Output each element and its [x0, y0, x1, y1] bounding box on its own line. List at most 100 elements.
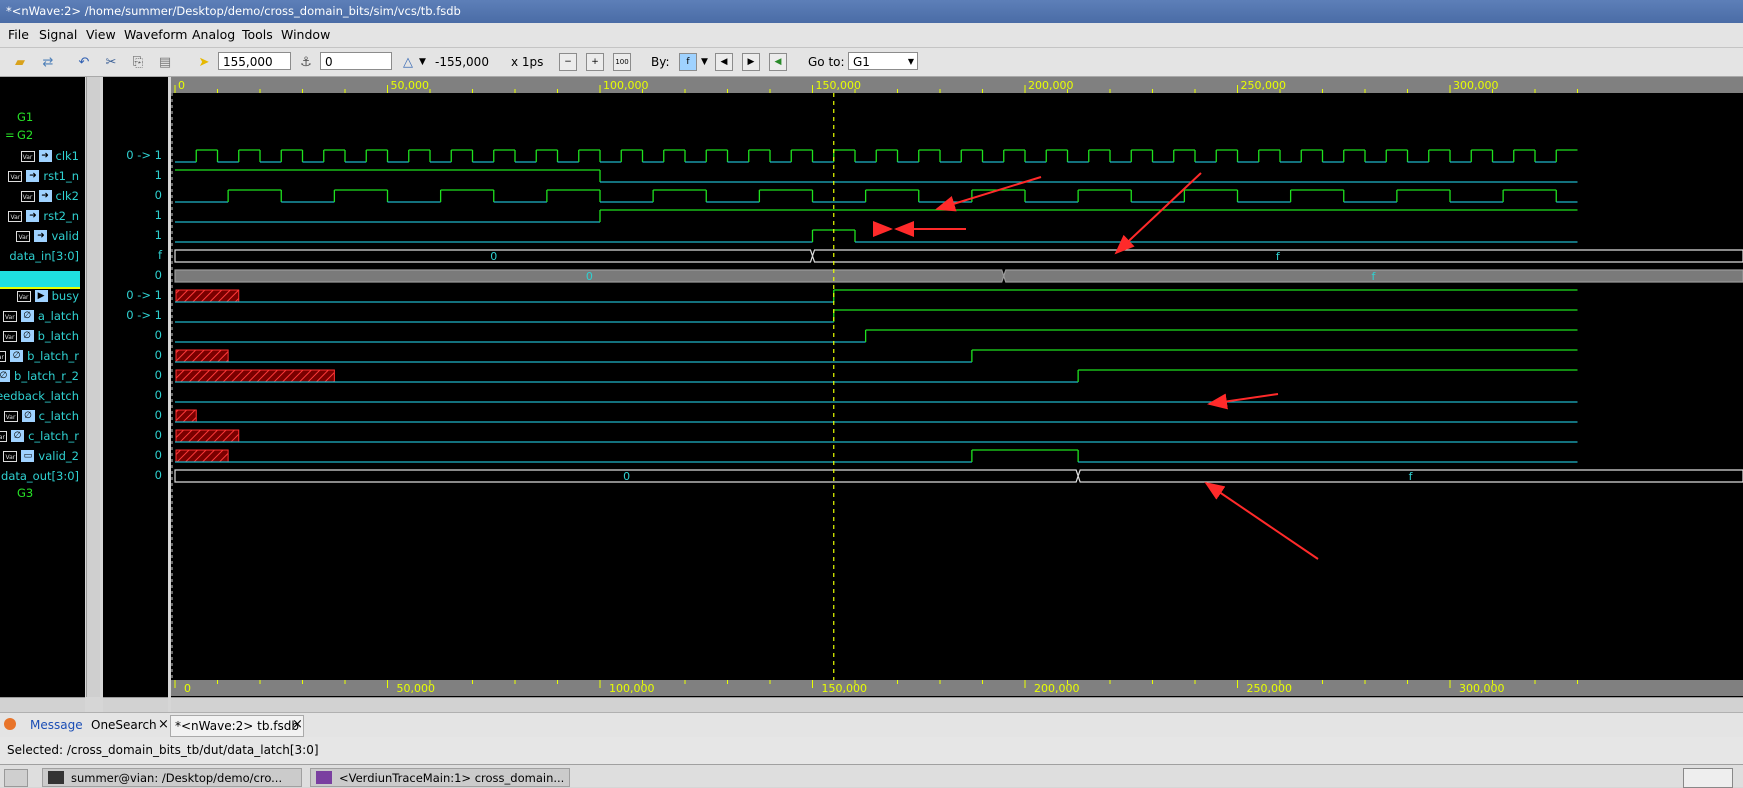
signal-row-8[interactable]: Var ∅ a_latch: [2, 308, 79, 324]
signal-name: clk2: [55, 189, 80, 203]
pointer-icon[interactable]: ➤: [194, 52, 214, 72]
reload-icon[interactable]: ⇄: [38, 52, 58, 72]
bus-shape: [174, 469, 1743, 483]
ruler-label-bottom: 100,000: [609, 682, 655, 695]
signal-value: 0: [154, 408, 162, 422]
register-icon: ∅: [20, 310, 34, 322]
signal-row-3[interactable]: Var ➜ rst2_n: [8, 208, 79, 224]
zoom-out-icon[interactable]: −: [559, 53, 577, 71]
group-g3[interactable]: G3: [17, 486, 33, 500]
signal-value: 0: [154, 328, 162, 342]
open-folder-icon[interactable]: ▰: [10, 52, 30, 72]
signal-row-2[interactable]: Var ➜ clk2: [20, 188, 80, 204]
tab-onesearch[interactable]: OneSearch: [87, 715, 161, 735]
signal-name: valid: [51, 229, 79, 243]
bus-value-label: 0: [623, 470, 630, 483]
by-dropdown-icon[interactable]: ▼: [701, 57, 708, 67]
variable-icon: Var: [8, 170, 23, 182]
signal-row-15[interactable]: Var ▭ valid_2: [3, 448, 79, 464]
register-icon: ∅: [0, 370, 11, 382]
signal-row-1[interactable]: Var ➜ rst1_n: [8, 168, 79, 184]
group-g2[interactable]: G2: [17, 128, 33, 142]
signal-row-5[interactable]: data_in[3:0]: [9, 248, 79, 264]
window-title: *<nWave:2> /home/summer/Desktop/demo/cro…: [0, 0, 1743, 23]
bus-value-label: 0: [586, 270, 593, 283]
undo-icon[interactable]: ↶: [74, 52, 94, 72]
menu-bar: File Signal View Waveform Analog Tools W…: [0, 23, 1743, 48]
input-port-icon: ➜: [26, 210, 40, 222]
prev-edge-icon[interactable]: ◀: [715, 53, 733, 71]
zoom-in-icon[interactable]: +: [586, 53, 604, 71]
signal-value: 0: [154, 388, 162, 402]
selected-row-highlight: [0, 271, 80, 289]
signal-row-9[interactable]: Var ∅ b_latch: [2, 328, 79, 344]
goto-select[interactable]: G1 ▼: [848, 52, 918, 70]
annotation-arrow: [1204, 481, 1319, 560]
wave-hscrollbar[interactable]: [171, 697, 1743, 712]
search-by-icon[interactable]: f: [679, 53, 697, 71]
signal-row-11[interactable]: Var∅b_latch_r_2: [0, 368, 79, 384]
tab-message[interactable]: Message: [26, 715, 87, 735]
ruler-label-top: 50,000: [391, 79, 430, 92]
menu-waveform[interactable]: Waveform: [124, 27, 187, 42]
name-panel-scrollbar[interactable]: [86, 77, 100, 697]
signal-value: 0: [154, 368, 162, 382]
signal-value-panel[interactable]: 0 -> 1 1 0 1 1 f 0 0 -> 1 0 -> 1 0 0 0 0 0 0 0 0: [103, 77, 168, 697]
task-terminal[interactable]: summer@vian: /Desktop/demo/cro...: [42, 768, 302, 787]
signal-row-10[interactable]: Var∅b_latch_r: [0, 348, 79, 364]
desktop-icon[interactable]: [4, 769, 28, 787]
signal-row-16[interactable]: data_out[3:0]: [1, 468, 79, 484]
marker-time-field[interactable]: 0: [320, 52, 392, 70]
input-port-icon: ➜: [38, 190, 52, 202]
goto-back-icon[interactable]: ◀: [769, 53, 787, 71]
signal-value: 0: [154, 448, 162, 462]
close-icon[interactable]: ×: [288, 715, 307, 735]
signal-value: 0: [154, 348, 162, 362]
menu-view[interactable]: View: [86, 27, 116, 42]
delta-dropdown-icon[interactable]: ▼: [419, 57, 426, 67]
message-icon: [4, 718, 16, 730]
menu-tools[interactable]: Tools: [242, 27, 273, 42]
group-g1[interactable]: G1: [17, 110, 33, 124]
unknown-region: [175, 429, 240, 443]
status-bar: Selected: /cross_domain_bits_tb/dut/data…: [0, 737, 1743, 764]
copy-icon[interactable]: ⎘: [128, 52, 148, 72]
menu-analog[interactable]: Analog: [192, 27, 235, 42]
unknown-region: [175, 409, 197, 423]
input-port-icon: ➜: [26, 170, 40, 182]
signal-row-12[interactable]: Var∅eedback_latch: [0, 388, 79, 404]
signal-row-0[interactable]: Var ➜ clk1: [20, 148, 79, 164]
task-verdi[interactable]: <VerdiunTraceMain:1> cross_domain...: [310, 768, 570, 787]
ruler-label-bottom: 300,000: [1459, 682, 1505, 695]
tray-box[interactable]: [1683, 768, 1733, 788]
signal-row-13[interactable]: Var ∅ c_latch: [3, 408, 79, 424]
next-edge-icon[interactable]: ▶: [742, 53, 760, 71]
cursor-time-field[interactable]: 155,000: [218, 52, 291, 70]
cut-icon[interactable]: ✂: [101, 52, 121, 72]
menu-window[interactable]: Window: [281, 27, 330, 42]
signal-value: 0 -> 1: [126, 288, 162, 302]
signal-row-4[interactable]: Var ➜ valid: [16, 228, 79, 244]
delta-icon[interactable]: △: [398, 52, 418, 72]
ruler-label-top: 150,000: [816, 79, 862, 92]
signal-value: 0: [154, 268, 162, 282]
waveform-canvas[interactable]: 0 50,000 100,000 150,000 200,000 250,000 300,0…: [171, 77, 1743, 697]
signal-value: 1: [154, 208, 162, 222]
value-hscrollbar[interactable]: [103, 697, 168, 712]
signal-row-14[interactable]: Var∅c_latch_r: [0, 428, 79, 444]
waveform-panel[interactable]: 0 50,000 100,000 150,000 200,000 250,000 300,0…: [171, 77, 1743, 697]
name-hscrollbar[interactable]: [0, 697, 85, 712]
marker-icon[interactable]: ⚓: [296, 52, 316, 72]
menu-file[interactable]: File: [8, 27, 29, 42]
output-port-icon: ▶: [34, 290, 48, 302]
zoom-fit-icon[interactable]: 100: [613, 53, 631, 71]
ruler-label-top: 200,000: [1028, 79, 1074, 92]
signal-name-panel[interactable]: G1 = G2 Var ➜ clk1 Var ➜ rst1_n Var ➜ clk2 Var ➜ rs…: [0, 77, 85, 697]
signal-name: a_latch: [37, 309, 79, 323]
paste-icon[interactable]: ▤: [155, 52, 175, 72]
menu-signal[interactable]: Signal: [39, 27, 77, 42]
signal-value: 0: [154, 428, 162, 442]
ruler-label-top: 250,000: [1241, 79, 1287, 92]
tab-nwave[interactable]: *<nWave:2> tb.fsdb: [170, 715, 304, 737]
signal-row-7[interactable]: Var ▶ busy: [16, 288, 79, 304]
